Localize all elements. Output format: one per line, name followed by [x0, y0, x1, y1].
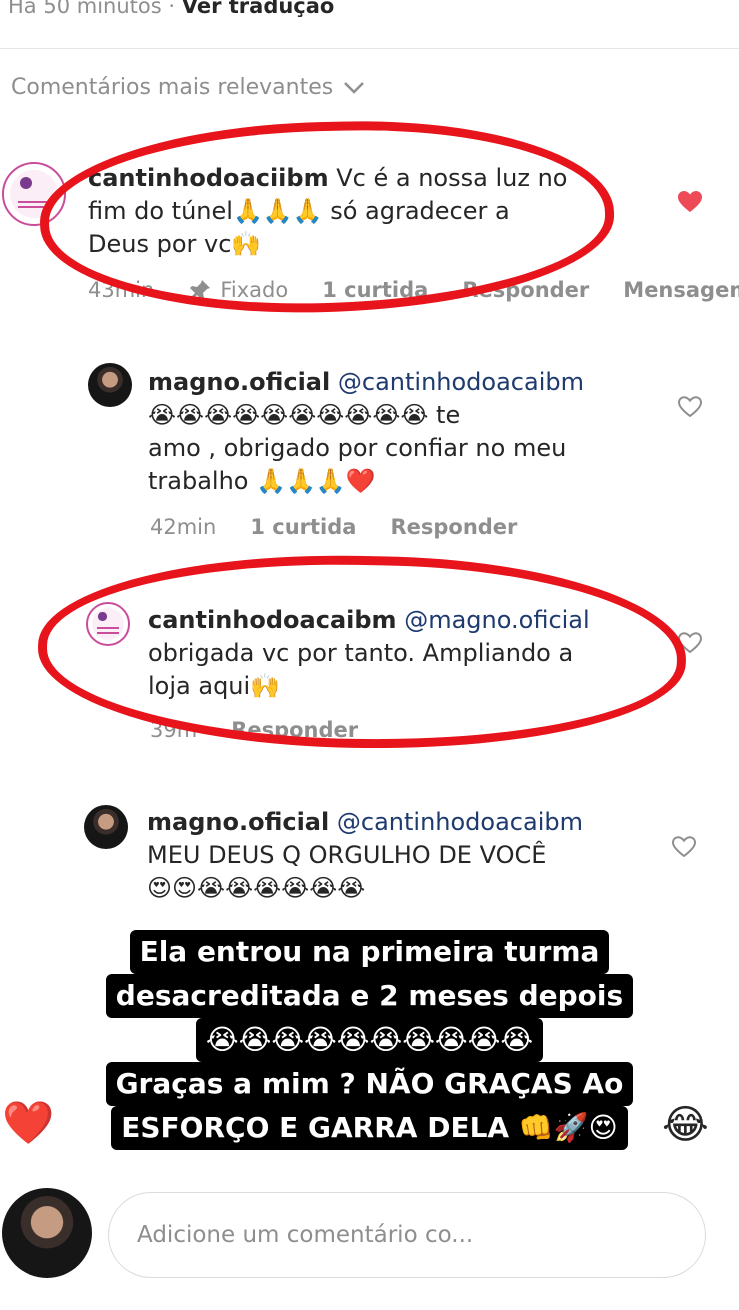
- comment-line: 😭😭😭😭😭😭😭😭😭😭 te: [148, 401, 461, 429]
- avatar[interactable]: [88, 363, 132, 407]
- laugh-sticker: 😂: [662, 1102, 709, 1148]
- comment-username[interactable]: magno.oficial: [147, 808, 329, 836]
- heart-sticker: ❤️: [2, 1098, 55, 1147]
- likes-count[interactable]: 1 curtida: [250, 515, 356, 539]
- story-caption: Ela entrou na primeira turma desacredita…: [0, 930, 739, 1150]
- like-heart-icon[interactable]: [671, 835, 697, 863]
- composer-avatar: [2, 1188, 92, 1278]
- chevron-down-icon: [344, 81, 365, 94]
- avatar[interactable]: [84, 805, 128, 849]
- like-heart-icon[interactable]: [677, 190, 703, 218]
- caption-line: 😭😭😭😭😭😭😭😭😭😭: [195, 1018, 544, 1062]
- sort-dropdown[interactable]: Comentários mais relevantes: [11, 75, 365, 100]
- comment-line: amo , obrigado por confiar no meu: [148, 434, 567, 462]
- post-meta: Há 50 minutos · Ver tradução: [8, 0, 334, 18]
- separator: ·: [168, 0, 176, 18]
- comment-line: 😍😍😭😭😭😭😭😭: [147, 874, 366, 902]
- comment-text: magno.oficial @cantinhodoacaibm MEU DEUS…: [147, 806, 667, 905]
- mention-link[interactable]: @cantinhodoacaibm: [338, 368, 584, 396]
- reply-button[interactable]: Responder: [390, 515, 517, 539]
- comment-input-placeholder: Adicione um comentário co...: [137, 1222, 474, 1248]
- translate-link[interactable]: Ver tradução: [182, 0, 335, 18]
- comment-time: 42min: [150, 515, 217, 539]
- comment-username[interactable]: magno.oficial: [148, 368, 330, 396]
- comment-line: MEU DEUS Q ORGULHO DE VOCÊ: [147, 841, 547, 869]
- caption-line: Ela entrou na primeira turma: [129, 930, 610, 974]
- caption-line: ESFORÇO E GARRA DELA 👊🚀😍: [111, 1106, 628, 1150]
- comment-line: trabalho 🙏🙏🙏❤️: [148, 467, 376, 495]
- like-heart-icon[interactable]: [677, 395, 703, 423]
- caption-line: Graças a mim ? NÃO GRAÇAS Ao: [105, 1062, 634, 1106]
- post-time: Há 50 minutos: [8, 0, 162, 18]
- comment-input[interactable]: Adicione um comentário co...: [108, 1192, 706, 1278]
- divider: [0, 48, 739, 49]
- caption-line: desacreditada e 2 meses depois: [105, 974, 634, 1018]
- annotation-circle: [36, 550, 688, 754]
- mention-link[interactable]: @cantinhodoacaibm: [337, 808, 583, 836]
- sort-label: Comentários mais relevantes: [11, 75, 334, 100]
- message-button[interactable]: Mensagem: [623, 278, 739, 302]
- comment-text: magno.oficial @cantinhodoacaibm 😭😭😭😭😭😭😭😭…: [148, 366, 668, 498]
- comment-meta: 42min 1 curtida Responder: [150, 515, 517, 539]
